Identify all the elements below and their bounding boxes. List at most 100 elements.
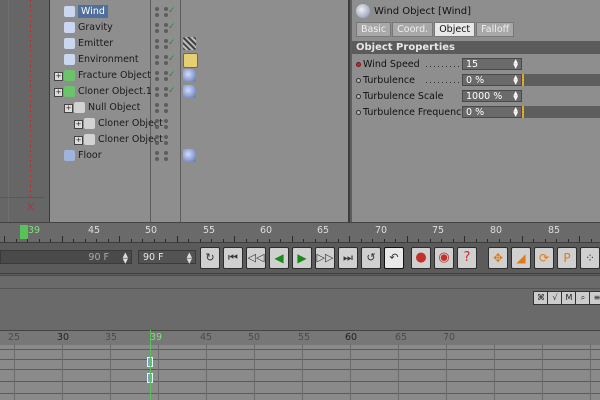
timeline-ruler[interactable]: 39 45 50 55 60 65 70 75 80 85: [0, 222, 600, 243]
visibility-dot-icon[interactable]: [164, 119, 168, 123]
visibility-dot-icon[interactable]: [155, 77, 159, 81]
visibility-dot-icon[interactable]: [164, 103, 168, 107]
object-row[interactable]: Environment ✓: [50, 52, 350, 68]
enabled-check-icon[interactable]: ✓: [168, 86, 176, 96]
expand-icon[interactable]: +: [74, 136, 83, 145]
visibility-dot-icon[interactable]: [155, 135, 159, 139]
object-row[interactable]: Floor: [50, 148, 350, 164]
current-frame-marker[interactable]: [20, 225, 28, 239]
object-row[interactable]: + Cloner Object.1 ✓: [50, 84, 350, 100]
dopesheet-ruler[interactable]: 25 30 35 39 45 50 55 60 65 70: [0, 330, 600, 345]
visibility-dot-icon[interactable]: [155, 29, 159, 33]
keyframe-bullet-icon[interactable]: [356, 78, 361, 83]
property-value-field[interactable]: 1000 % ▲ ▼: [462, 90, 522, 102]
viewport-panel[interactable]: X: [0, 0, 50, 222]
property-slider[interactable]: [522, 106, 600, 118]
spinner-icon[interactable]: ▲ ▼: [513, 107, 518, 118]
autokey-button[interactable]: ◉: [434, 247, 454, 269]
hatch-tag-icon[interactable]: [183, 37, 196, 50]
enabled-check-icon[interactable]: ✓: [168, 54, 176, 64]
object-row[interactable]: + Cloner Object: [50, 116, 350, 132]
visibility-dot-icon[interactable]: [155, 119, 159, 123]
prev-key-button[interactable]: ◁◁: [246, 247, 266, 269]
enabled-check-icon[interactable]: ✓: [168, 22, 176, 32]
visibility-dot-icon[interactable]: [164, 151, 168, 155]
object-row[interactable]: Emitter ✓: [50, 36, 350, 52]
keyframe-bullet-icon[interactable]: [356, 110, 361, 115]
visibility-dot-icon[interactable]: [155, 45, 159, 49]
object-row[interactable]: Gravity ✓: [50, 20, 350, 36]
goto-start-button[interactable]: ⏮: [223, 247, 243, 269]
cloner-tag-icon[interactable]: [183, 69, 196, 82]
visibility-dot-icon[interactable]: [155, 109, 159, 113]
pen-tag-icon[interactable]: [183, 53, 198, 68]
dopesheet-track[interactable]: [0, 345, 600, 400]
enabled-check-icon[interactable]: ✓: [168, 70, 176, 80]
visibility-dot-icon[interactable]: [155, 93, 159, 97]
cloner-tag-icon[interactable]: [183, 149, 196, 162]
spinner-icon[interactable]: ▲ ▼: [513, 75, 518, 86]
cloner-tag-icon[interactable]: [183, 85, 196, 98]
move-key-button[interactable]: ✥: [488, 247, 508, 269]
visibility-dots[interactable]: [155, 135, 171, 145]
visibility-dot-icon[interactable]: [155, 151, 159, 155]
play-forward-button[interactable]: ▶: [292, 247, 312, 269]
tab-object[interactable]: Object: [434, 22, 476, 37]
expand-icon[interactable]: +: [64, 104, 73, 113]
visibility-dot-icon[interactable]: [164, 135, 168, 139]
visibility-dot-icon[interactable]: [155, 87, 159, 91]
preview-end-field[interactable]: 90 F ▲ ▼: [138, 250, 196, 265]
expand-icon[interactable]: +: [74, 120, 83, 129]
preview-start-field[interactable]: 90 F ▲ ▼: [0, 250, 132, 265]
spinner-icon[interactable]: ▲ ▼: [187, 252, 192, 265]
play-backward-button[interactable]: ◀: [269, 247, 289, 269]
spinner-icon[interactable]: ▲ ▼: [513, 59, 518, 70]
visibility-dot-icon[interactable]: [164, 125, 168, 129]
visibility-dot-icon[interactable]: [155, 141, 159, 145]
stop-button[interactable]: ↺: [361, 247, 381, 269]
scale-key-button[interactable]: ◢: [511, 247, 531, 269]
property-value-field[interactable]: 0 % ▲ ▼: [462, 106, 522, 118]
visibility-dot-icon[interactable]: [155, 125, 159, 129]
property-value-field[interactable]: 0 % ▲ ▼: [462, 74, 522, 86]
spinner-icon[interactable]: ▲ ▼: [123, 252, 128, 265]
visibility-dot-icon[interactable]: [155, 39, 159, 43]
help-button[interactable]: ?: [457, 247, 477, 269]
object-row[interactable]: + Fracture Object ✓: [50, 68, 350, 84]
loop-mode-button[interactable]: ↻: [200, 247, 220, 269]
visibility-dots[interactable]: [155, 103, 171, 113]
record-button[interactable]: ●: [411, 247, 431, 269]
param-key-button[interactable]: P: [557, 247, 577, 269]
visibility-dot-icon[interactable]: [155, 157, 159, 161]
tab-basic[interactable]: Basic: [356, 22, 392, 37]
visibility-dot-icon[interactable]: [155, 61, 159, 65]
visibility-dot-icon[interactable]: [155, 23, 159, 27]
spinner-icon[interactable]: ▲ ▼: [513, 91, 518, 102]
object-row[interactable]: + Cloner Object: [50, 132, 350, 148]
visibility-dots[interactable]: [155, 151, 171, 161]
visibility-dot-icon[interactable]: [155, 71, 159, 75]
enabled-check-icon[interactable]: ✓: [168, 38, 176, 48]
visibility-dot-icon[interactable]: [155, 55, 159, 59]
autokey-loop-button[interactable]: ↶: [384, 247, 404, 269]
property-value-field[interactable]: 15 ▲ ▼: [462, 58, 522, 70]
keyframe-bullet-icon[interactable]: [356, 94, 361, 99]
object-row[interactable]: Wind ✓: [50, 4, 350, 20]
visibility-dot-icon[interactable]: [164, 141, 168, 145]
visibility-dots[interactable]: [155, 119, 171, 129]
property-slider[interactable]: [522, 74, 600, 86]
expand-icon[interactable]: +: [54, 88, 63, 97]
menu-icon[interactable]: ≡: [589, 291, 600, 305]
rotate-key-button[interactable]: ⟳: [534, 247, 554, 269]
grid-key-button[interactable]: ⁘: [580, 247, 600, 269]
visibility-dot-icon[interactable]: [155, 103, 159, 107]
tab-coord[interactable]: Coord.: [392, 22, 434, 37]
visibility-dot-icon[interactable]: [155, 13, 159, 17]
expand-icon[interactable]: +: [54, 72, 63, 81]
visibility-dot-icon[interactable]: [164, 157, 168, 161]
object-row[interactable]: + Null Object: [50, 100, 350, 116]
tab-falloff[interactable]: Falloff: [476, 22, 515, 37]
enabled-check-icon[interactable]: ✓: [168, 6, 176, 16]
playhead[interactable]: [150, 330, 151, 400]
visibility-dot-icon[interactable]: [164, 109, 168, 113]
